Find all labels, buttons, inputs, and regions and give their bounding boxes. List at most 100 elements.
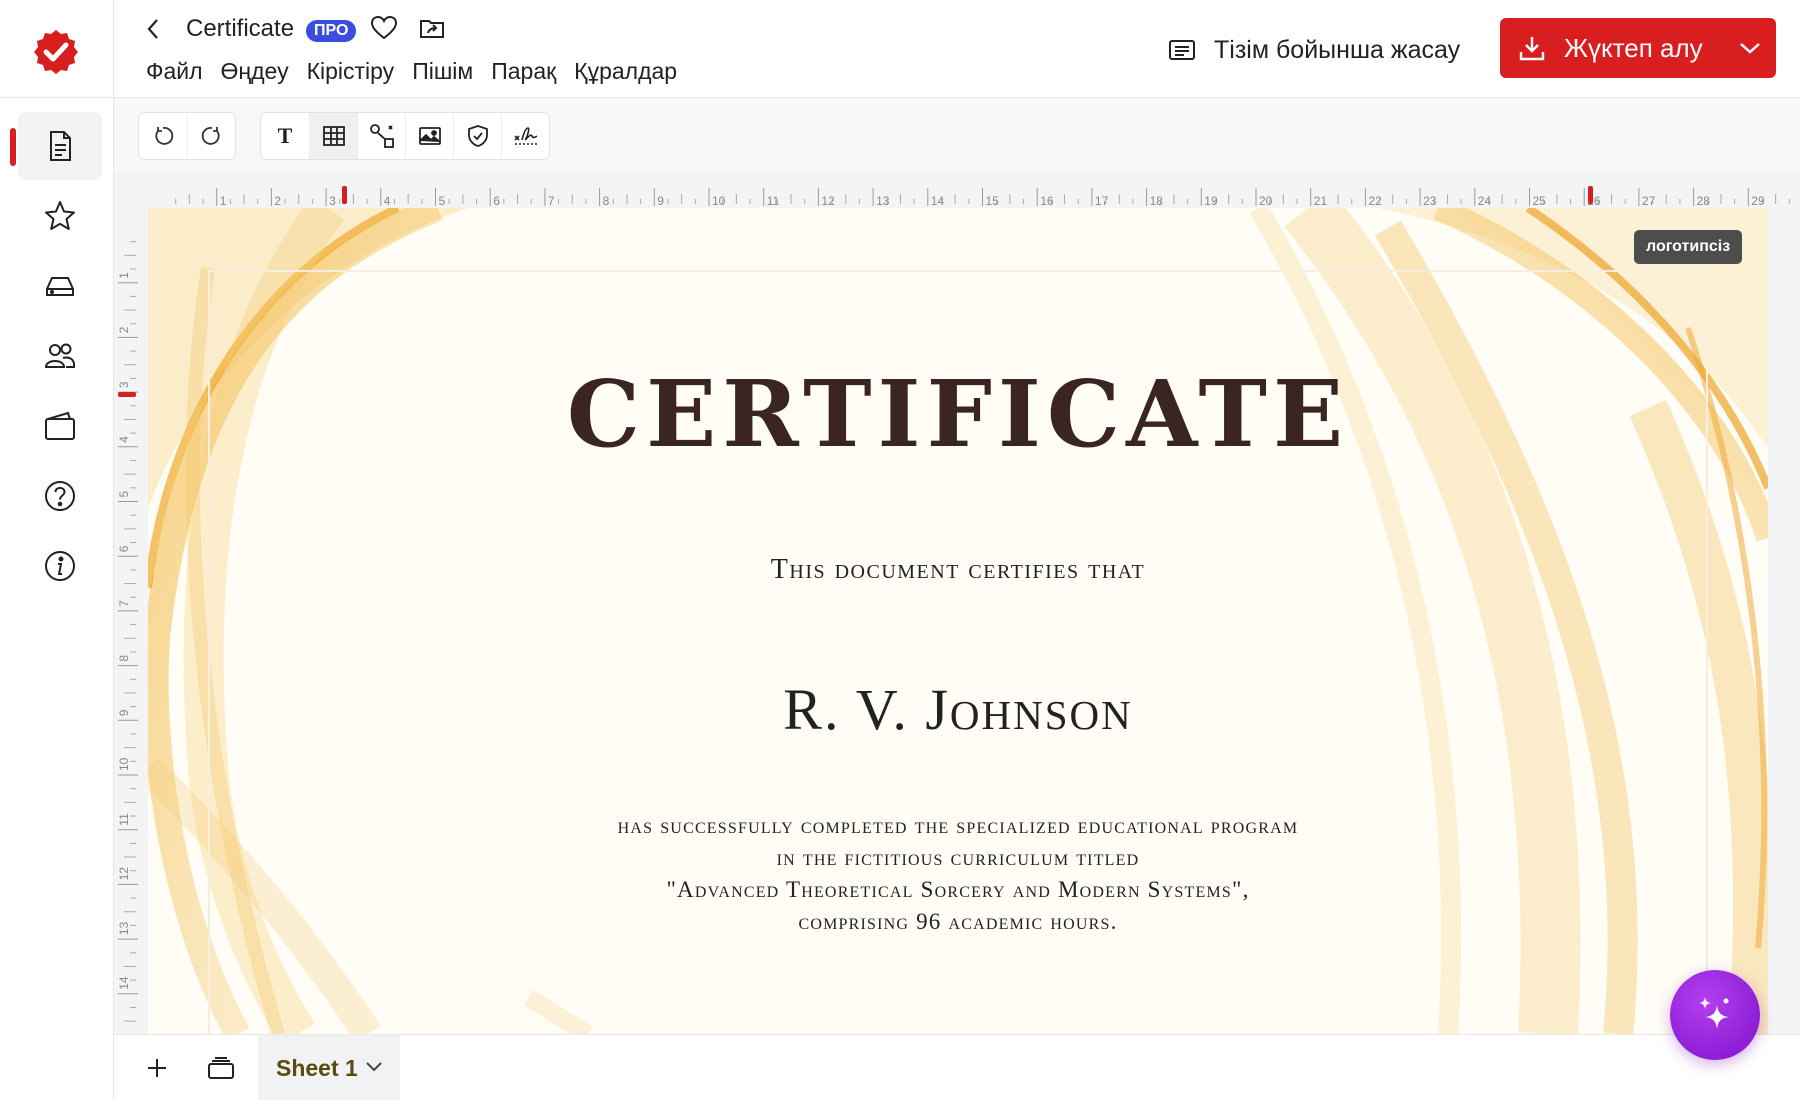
ruler-tick-label: 25	[1533, 194, 1547, 208]
ruler-tick-label: 4	[117, 436, 131, 443]
sidebar-item-drive[interactable]	[18, 252, 102, 320]
insert-image-button[interactable]	[405, 113, 453, 159]
vertical-ruler[interactable]: 1234567891011121314	[114, 208, 148, 1034]
download-label: Жүктеп алу	[1564, 33, 1703, 63]
horizontal-ruler[interactable]: 1 2 3 4 5 6 7 8 9 10 11 12 13 14 15 16 17 18 19 20 21 22 23 24 2…	[148, 184, 1800, 208]
no-logo-badge[interactable]: логотипсіз	[1634, 230, 1743, 264]
create-from-list-button[interactable]: Тізім бойынша жасау	[1168, 30, 1460, 70]
sheets-list-button[interactable]	[204, 1051, 238, 1085]
redo-icon	[201, 127, 220, 145]
body-line: has successfully completed the specializ…	[617, 813, 1299, 838]
layers-icon	[208, 1057, 234, 1079]
chevron-down-icon[interactable]	[1738, 38, 1762, 58]
redo-button[interactable]	[187, 113, 235, 159]
ruler-tick-label: 9	[657, 194, 664, 208]
ruler-tick-label: 19	[1204, 194, 1218, 208]
body-line: "Advanced Theoretical Sorcery and Modern…	[666, 877, 1250, 902]
ruler-tick-label: 18	[1150, 194, 1164, 208]
ruler-top-margin-marker[interactable]	[118, 392, 136, 397]
plus-icon	[148, 1059, 166, 1077]
favorite-button[interactable]	[368, 12, 400, 44]
document-icon	[50, 131, 71, 161]
ruler-tick-label: 1	[117, 272, 131, 279]
ruler-tick-label: 28	[1697, 194, 1711, 208]
move-to-folder-button[interactable]	[416, 12, 448, 44]
sidebar-item-documents[interactable]	[18, 112, 102, 180]
ruler-tick-label: 16	[1040, 194, 1054, 208]
insert-shape-button[interactable]	[357, 113, 405, 159]
ruler-tick-label: 14	[117, 976, 131, 990]
menu-edit[interactable]: Өңдеу	[212, 56, 298, 86]
canvas-area[interactable]: 1 2 3 4 5 6 7 8 9 10 11 12 13 14 15 16 17 18 19 20 21 22 23 24 2…	[114, 172, 1800, 1034]
menu-format[interactable]: Пішім	[403, 56, 482, 86]
ruler-tick-label: 11	[117, 813, 131, 826]
ruler-tick-label: 13	[876, 194, 890, 208]
document-title[interactable]: Certificate	[186, 14, 294, 44]
menu-sheet[interactable]: Парақ	[482, 56, 565, 86]
recipient-name[interactable]: R. V. Johnson	[148, 676, 1768, 743]
image-icon	[418, 127, 441, 145]
star-icon	[45, 201, 75, 230]
shield-icon	[467, 125, 488, 147]
ruler-tick-label: 10	[712, 194, 726, 208]
signature-icon	[513, 127, 537, 145]
ruler-tick-label: 6	[493, 194, 500, 208]
sheet-bar: Sheet 1	[114, 1034, 1800, 1100]
ruler-tick-label: 10	[117, 757, 131, 771]
sidebar-item-info[interactable]	[18, 532, 102, 600]
pro-badge: ПРО	[306, 20, 357, 42]
ruler-tick-label: 12	[821, 194, 835, 208]
info-icon	[45, 551, 75, 581]
certificate-page[interactable]: логотипсіз CERTIFICATE This document cer…	[148, 208, 1768, 1034]
certificate-title[interactable]: CERTIFICATE	[148, 360, 1768, 468]
ruler-tick-label: 21	[1314, 194, 1328, 208]
sidebar-item-favorites[interactable]	[18, 182, 102, 250]
body-line: comprising 96 academic hours.	[798, 909, 1118, 934]
ruler-tick-label: 27	[1642, 194, 1656, 208]
certificate-body[interactable]: has successfully completed the specializ…	[148, 810, 1768, 938]
help-icon	[45, 481, 75, 511]
menu-bar: Файл Өңдеу Кірістіру Пішім Парақ Құралда…	[146, 56, 686, 86]
users-icon	[44, 343, 76, 368]
ruler-tick-label: 5	[117, 491, 131, 498]
menu-tools[interactable]: Құралдар	[565, 56, 686, 86]
ruler-tick-label: 7	[117, 600, 131, 607]
add-sheet-button[interactable]	[140, 1051, 174, 1085]
ruler-tick-label: 17	[1095, 194, 1109, 208]
ai-assistant-button[interactable]	[1670, 970, 1760, 1060]
ruler-tick-label: 24	[1478, 194, 1492, 208]
ruler-tick-label: 1	[220, 194, 227, 208]
sheet-tab-label: Sheet 1	[276, 1054, 358, 1081]
ruler-tick-label: 7	[548, 194, 555, 208]
folder-share-icon	[420, 20, 444, 38]
sheet-tab[interactable]: Sheet 1	[258, 1035, 400, 1100]
ruler-tick-label: 6	[117, 545, 131, 552]
create-from-list-label: Тізім бойынша жасау	[1214, 35, 1461, 64]
download-button[interactable]: Жүктеп алу	[1500, 18, 1776, 78]
certificate-subtitle[interactable]: This document certifies that	[148, 554, 1768, 586]
chevron-down-icon[interactable]	[364, 1059, 384, 1075]
menu-file[interactable]: Файл	[146, 56, 212, 86]
insert-signature-button[interactable]	[501, 113, 549, 159]
list-icon	[1169, 40, 1195, 60]
ruler-tick-label: 2	[117, 326, 131, 333]
ruler-tick-label: 23	[1423, 194, 1437, 208]
insert-table-button[interactable]	[309, 113, 357, 159]
ruler-left-margin-marker[interactable]	[342, 186, 347, 204]
ruler-tick-label: 8	[117, 655, 131, 662]
ruler-tick-label: 3	[329, 194, 336, 208]
app-logo-icon[interactable]	[32, 28, 80, 76]
undo-button[interactable]	[139, 113, 187, 159]
menu-insert[interactable]: Кірістіру	[298, 56, 404, 86]
sidebar-item-users[interactable]	[18, 322, 102, 390]
ruler-tick-label: 15	[986, 194, 1000, 208]
sidebar-item-wallet[interactable]	[18, 392, 102, 460]
insert-text-button[interactable]: T	[261, 113, 309, 159]
insert-stamp-button[interactable]	[453, 113, 501, 159]
sidebar-item-help[interactable]	[18, 462, 102, 530]
ruler-tick-label: 14	[931, 194, 945, 208]
ruler-tick-label: 2	[274, 194, 281, 208]
back-button[interactable]	[138, 14, 168, 44]
ruler-right-margin-marker[interactable]	[1588, 186, 1593, 204]
text-icon: T	[277, 123, 293, 148]
